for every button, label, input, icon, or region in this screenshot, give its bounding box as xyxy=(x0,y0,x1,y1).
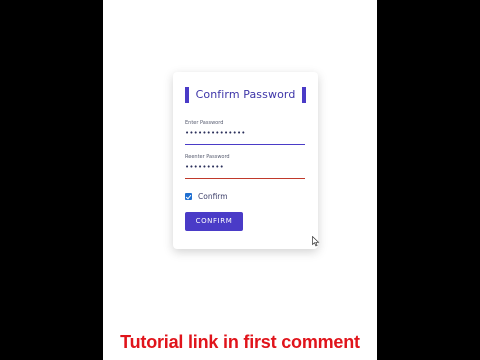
reenter-password-underline xyxy=(185,178,305,179)
confirm-password-card: Confirm Password Enter Password ••••••••… xyxy=(173,72,318,249)
confirm-checkbox[interactable] xyxy=(185,193,192,200)
confirm-checkbox-label[interactable]: Confirm xyxy=(198,192,228,201)
card-header: Confirm Password xyxy=(185,87,306,103)
reenter-password-field[interactable]: Reenter Password ••••••••• xyxy=(185,154,305,179)
password-field[interactable]: Enter Password •••••••••••••• xyxy=(185,120,305,145)
title-accent-bar-right xyxy=(302,87,306,103)
mouse-pointer-icon xyxy=(312,236,320,247)
confirm-button[interactable]: CONFIRM xyxy=(185,212,243,231)
reenter-password-input[interactable]: ••••••••• xyxy=(185,163,305,171)
card-title: Confirm Password xyxy=(195,88,296,101)
reenter-password-label: Reenter Password xyxy=(185,154,230,160)
checkmark-icon xyxy=(185,193,191,199)
password-input[interactable]: •••••••••••••• xyxy=(185,129,305,137)
password-underline xyxy=(185,144,305,145)
password-label: Enter Password xyxy=(185,120,224,126)
video-caption: Tutorial link in first comment xyxy=(120,332,360,352)
